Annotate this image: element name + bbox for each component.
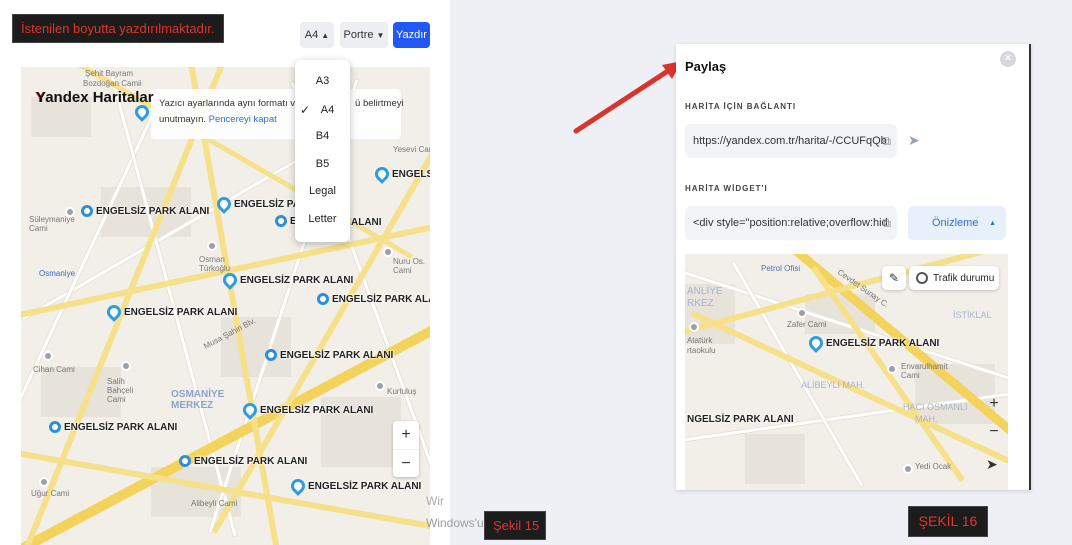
label-alibeyli-mah: ALİBEYLİ MAH. bbox=[801, 380, 866, 390]
send-icon[interactable]: ➤ bbox=[908, 132, 920, 149]
paper-size-value: A4 bbox=[304, 29, 319, 41]
widget-zoom-controls: + − bbox=[981, 390, 1007, 446]
label-alibeyli: Alibeyli Cami bbox=[191, 499, 238, 508]
widget-section-label: HARİTA WİDGET'I bbox=[685, 184, 768, 193]
chevron-up-icon: ▲ bbox=[989, 219, 996, 227]
label-osmaniye-merkez: OSMANİYE MERKEZ bbox=[171, 389, 225, 411]
label-anliye: ANLİYE bbox=[687, 286, 723, 297]
label-envarul-cami: Cami bbox=[901, 371, 920, 380]
label-osman-turkoglu: Osman Türkoğlu bbox=[199, 255, 231, 273]
widget-zoom-in[interactable]: + bbox=[981, 390, 1007, 418]
paper-size-menu: A3 ✓ A4 B4 B5 Legal Letter bbox=[295, 60, 350, 242]
paper-size-select[interactable]: A4 ▲ bbox=[300, 22, 334, 48]
map-pin[interactable]: ENGELSİ bbox=[372, 164, 430, 184]
label-yedi: Yedi Ocak bbox=[915, 462, 952, 471]
orientation-value: Portre bbox=[343, 29, 374, 41]
label-sehit: Şehit Bayram bbox=[85, 69, 134, 78]
label-nuru: Nuru Os. Cami bbox=[393, 257, 426, 275]
map-pin[interactable]: ENGELSİZ PARK ALANI bbox=[806, 333, 939, 353]
widget-zoom-out[interactable]: − bbox=[981, 418, 1007, 446]
chevron-down-icon: ▼ bbox=[376, 30, 385, 40]
paper-option-legal[interactable]: Legal bbox=[295, 178, 350, 204]
yandex-logo: YYandex Haritalar bbox=[35, 89, 154, 106]
label-erkez: RKEZ bbox=[687, 298, 714, 309]
link-section-label: HARİTA İÇİN BAĞLANTI bbox=[685, 102, 797, 111]
paper-option-letter[interactable]: Letter bbox=[295, 206, 350, 232]
share-panel: Paylaş ✕ HARİTA İÇİN BAĞLANTI https://ya… bbox=[676, 44, 1031, 490]
locate-icon[interactable]: ➤ bbox=[986, 456, 998, 473]
label-salih: Salih Bahçeli Cami bbox=[107, 377, 134, 404]
paper-option-a4[interactable]: ✓ A4 bbox=[295, 97, 350, 123]
ruler-icon[interactable]: ✎ bbox=[882, 266, 906, 290]
checkmark-icon: ✓ bbox=[300, 103, 311, 117]
widget-code-field[interactable]: <div style="position:relative;overflow:h… bbox=[685, 206, 897, 240]
map-pin[interactable]: ENGELSİZ PARK ALANI bbox=[179, 455, 307, 467]
label-haci: HACI OSMANLI bbox=[903, 402, 968, 412]
copy-icon[interactable]: ⧉ bbox=[882, 206, 891, 240]
map-pin[interactable]: ENGELSİZ PARK ALANI bbox=[81, 205, 209, 217]
paper-option-a3[interactable]: A3 bbox=[295, 68, 350, 94]
label-ortaokulu: rtaokulu bbox=[687, 346, 716, 355]
widget-code-value: <div style="position:relative;overflow:h… bbox=[693, 217, 888, 229]
map-pin[interactable]: ENGELSİZ PARK ALANI bbox=[288, 476, 421, 496]
map-pin[interactable]: ENGELSİZ PARK ALANI bbox=[240, 400, 373, 420]
windows-watermark: Windows'u bbox=[426, 516, 484, 530]
map-pin[interactable]: ENGELSİZ PARK ALANI bbox=[265, 349, 393, 361]
copy-icon[interactable]: ⧉ bbox=[882, 124, 891, 158]
label-kurtulus: Kurtuluş bbox=[387, 387, 417, 396]
close-icon[interactable]: ✕ bbox=[1000, 51, 1016, 67]
share-title: Paylaş bbox=[685, 59, 727, 74]
close-window-link[interactable]: Pencereyi kapat bbox=[209, 114, 277, 125]
yandex-logo-text: Yandex Haritalar bbox=[36, 89, 154, 106]
map-pin[interactable]: ALANI bbox=[351, 217, 382, 228]
caption-top-left: İstenilen boyutta yazdırılmaktadır. bbox=[12, 14, 224, 43]
map-pin[interactable] bbox=[132, 102, 152, 122]
chevron-up-icon: ▲ bbox=[321, 30, 330, 40]
traffic-icon bbox=[916, 272, 928, 284]
label-zafer: Zafer Cami bbox=[787, 320, 827, 329]
notice-line2: unutmayın. bbox=[159, 114, 206, 125]
caption-figure-16: ŞEKİL 16 bbox=[908, 506, 988, 537]
map-pin[interactable]: ENGELSİZ PARK ALANI bbox=[317, 293, 430, 305]
label-cihan: Cihan Cami bbox=[33, 365, 75, 374]
label-mah: MAH. bbox=[915, 414, 938, 424]
notice-tail: ü belirtmeyi bbox=[355, 98, 404, 109]
windows-watermark-top: Wir bbox=[426, 494, 444, 508]
preview-button[interactable]: Önizleme ▲ bbox=[908, 206, 1006, 240]
share-link-value: https://yandex.com.tr/harita/-/CCUFqQb bbox=[693, 135, 887, 147]
paper-option-b5[interactable]: B5 bbox=[295, 151, 350, 177]
print-preview-panel: İstenilen boyutta yazdırılmaktadır. A4 ▲… bbox=[0, 0, 450, 545]
caption-figure-15: Şekil 15 bbox=[484, 511, 546, 540]
traffic-button[interactable]: Trafik durumu bbox=[909, 266, 999, 290]
label-osmaniye: Osmaniye bbox=[39, 269, 76, 278]
share-link-field[interactable]: https://yandex.com.tr/harita/-/CCUFqQb ⧉ bbox=[685, 124, 897, 158]
screenshot-collage: İstenilen boyutta yazdırılmaktadır. A4 ▲… bbox=[0, 0, 1072, 545]
label-ataturk: Atatürk bbox=[687, 336, 713, 345]
map-pin[interactable]: ENGELSİZ PARK ALANI bbox=[104, 302, 237, 322]
zoom-in-button[interactable]: + bbox=[393, 421, 419, 449]
print-button[interactable]: Yazdır bbox=[393, 22, 430, 48]
map-pin[interactable]: ENGELSİZ PARK ALANI bbox=[220, 270, 353, 290]
zoom-out-button[interactable]: − bbox=[393, 449, 419, 477]
label-suleymaniye: Süleymaniye Cami bbox=[29, 215, 75, 233]
print-map[interactable]: Yazıcı ayarlarında aynı formatı ve sa ü b… bbox=[21, 67, 430, 545]
map-pin[interactable]: ENGELSİZ PARK ALANI bbox=[49, 421, 177, 433]
print-notice: Yazıcı ayarlarında aynı formatı ve sa ü b… bbox=[151, 89, 404, 139]
label-envarul: Envarulhamit bbox=[901, 362, 948, 371]
label-yesevi: Yesevi Cam bbox=[393, 145, 430, 154]
paper-option-b4[interactable]: B4 bbox=[295, 123, 350, 149]
map-pin-partial[interactable]: NGELSİZ PARK ALANI bbox=[687, 414, 794, 425]
orientation-select[interactable]: Portre ▼ bbox=[340, 22, 388, 48]
panel-edge bbox=[1029, 44, 1031, 490]
label-istiklal: İSTİKLAL bbox=[953, 310, 992, 320]
label-petrol: Petrol Ofisi bbox=[761, 264, 801, 273]
zoom-controls: + − bbox=[393, 421, 419, 477]
label-bozdogan: Bozdoğan Camii bbox=[83, 79, 142, 88]
notice-text: Yazıcı ayarlarında aynı formatı ve sa bbox=[159, 98, 314, 109]
label-ugur: Uğur Cami bbox=[31, 489, 70, 498]
annotation-arrow bbox=[573, 61, 682, 134]
